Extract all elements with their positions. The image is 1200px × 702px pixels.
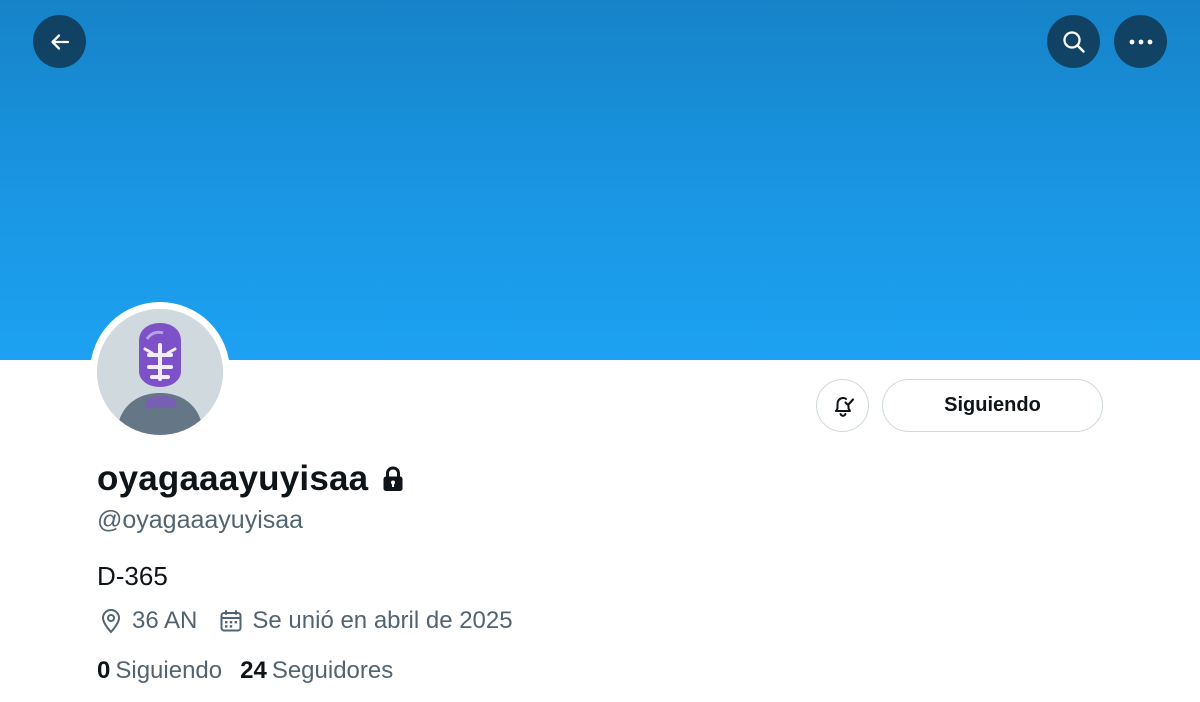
bio-text: D-365 — [97, 561, 168, 591]
location: 36 AN — [99, 607, 197, 635]
join-date-text: Se unió en abril de 2025 — [252, 607, 513, 634]
following-count: 0 — [97, 657, 111, 684]
search-button[interactable] — [1047, 15, 1100, 68]
followers-count: 24 — [240, 657, 267, 684]
more-options-button[interactable] — [1114, 15, 1167, 68]
avatar-image — [97, 309, 223, 435]
back-button[interactable] — [33, 15, 86, 68]
notifications-button[interactable] — [816, 379, 869, 432]
lock-icon — [381, 465, 405, 493]
following-label: Siguiendo — [115, 657, 223, 684]
calendar-icon — [220, 610, 242, 632]
follow-stats: 0 Siguiendo 24 Seguidores — [97, 654, 393, 688]
followers-label: Seguidores — [271, 657, 394, 684]
following-stat[interactable]: 0 Siguiendo — [97, 657, 222, 685]
followers-stat[interactable]: 24 Seguidores — [240, 657, 393, 685]
following-button[interactable]: Siguiendo — [882, 379, 1103, 432]
bell-check-icon — [834, 396, 854, 417]
more-horizontal-icon — [1129, 39, 1152, 44]
user-handle: @oyagaaayuyisaa — [97, 506, 304, 534]
profile-meta: 36 AN Se unió en abril de 2025 — [99, 604, 513, 638]
join-date: Se unió en abril de 2025 — [219, 607, 513, 635]
display-name-row: oyagaaayuyisaa — [97, 456, 405, 502]
location-text: 36 AN — [132, 607, 198, 634]
avatar[interactable] — [90, 302, 230, 442]
arrow-left-icon — [50, 33, 69, 50]
map-pin-icon — [101, 608, 121, 634]
search-icon — [1062, 30, 1085, 53]
display-name: oyagaaayuyisaa — [97, 459, 369, 498]
